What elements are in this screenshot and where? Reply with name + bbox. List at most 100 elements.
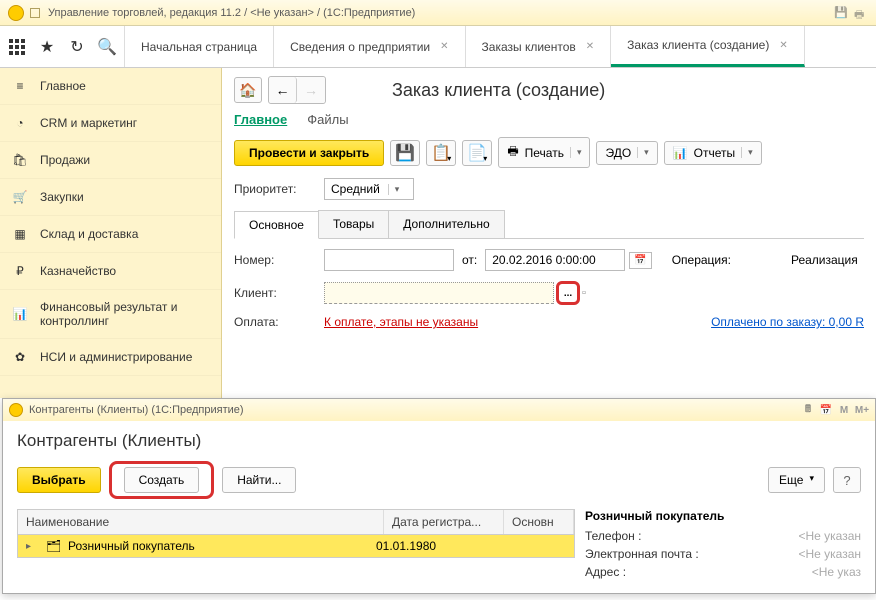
barchart-icon: 📊 <box>12 306 28 322</box>
grid-icon: ▦ <box>12 226 28 242</box>
subtab-main[interactable]: Главное <box>234 112 287 127</box>
cart-icon: 🛒 <box>12 189 28 205</box>
expand-icon[interactable]: ▸ <box>26 541 40 552</box>
create-button-highlight: Создать <box>109 461 215 499</box>
find-button[interactable]: Найти... <box>222 467 296 493</box>
sidebar-item-main[interactable]: ≡Главное <box>0 68 221 105</box>
m-plus-icon[interactable]: M+ <box>855 403 869 417</box>
tab-company-info[interactable]: Сведения о предприятии✕ <box>274 26 465 67</box>
detail-address: Адрес : <Не указ <box>585 565 861 579</box>
window2-body: Наименование Дата регистра... Основн ▸ 🗂… <box>3 509 875 593</box>
table-header: Наименование Дата регистра... Основн <box>18 510 574 535</box>
action-bar: Провести и закрыть 💾 📋▾ 📄▾ 🖶 Печать▾ ЭДО… <box>234 137 864 168</box>
tab-bar: ★ ↻ 🔍 Начальная страница Сведения о пред… <box>0 26 876 68</box>
sidebar-item-finance[interactable]: 📊Финансовый результат и контроллинг <box>0 290 221 339</box>
back-button[interactable]: ← <box>269 77 297 103</box>
calendar-icon[interactable]: 📅 <box>819 403 833 417</box>
window2-title: Контрагенты (Клиенты) (1С:Предприятие) <box>29 404 244 416</box>
formtab-extra[interactable]: Дополнительно <box>388 210 504 238</box>
sidebar-item-treasury[interactable]: ₽Казначейство <box>0 253 221 290</box>
search-icon[interactable]: 🔍 <box>98 38 116 56</box>
col-base[interactable]: Основн <box>504 510 574 534</box>
formtab-main[interactable]: Основное <box>234 211 319 239</box>
table-panel: Наименование Дата регистра... Основн ▸ 🗂… <box>17 509 575 583</box>
app-menu-dropdown[interactable] <box>30 8 40 18</box>
number-label: Номер: <box>234 253 324 267</box>
print-button[interactable]: 🖶 Печать▾ <box>498 137 590 168</box>
tab-toolbar: ★ ↻ 🔍 <box>0 26 125 67</box>
sidebar-item-purchases[interactable]: 🛒Закупки <box>0 179 221 216</box>
col-name[interactable]: Наименование <box>18 510 384 534</box>
edo-button[interactable]: ЭДО▾ <box>596 141 657 165</box>
sidebar-item-sales[interactable]: 🛍Продажи <box>0 142 221 179</box>
save-icon[interactable]: 💾 <box>834 6 848 20</box>
more-button[interactable]: Еще▾ <box>768 467 825 493</box>
detail-email: Электронная почта : <Не указан <box>585 547 861 561</box>
post-close-button[interactable]: Провести и закрыть <box>234 140 384 166</box>
from-label: от: <box>462 253 477 267</box>
priority-select[interactable]: Средний▾ <box>324 178 414 200</box>
window2-titlebar: Контрагенты (Клиенты) (1С:Предприятие) 🖩… <box>3 399 875 421</box>
save-button[interactable]: 💾 <box>390 140 420 166</box>
star-icon[interactable]: ★ <box>38 38 56 56</box>
calendar-icon[interactable]: 📅 <box>629 252 651 269</box>
menu-icon: ≡ <box>12 78 28 94</box>
history-icon[interactable]: ↻ <box>68 38 86 56</box>
contragents-window: Контрагенты (Клиенты) (1С:Предприятие) 🖩… <box>2 398 876 594</box>
details-panel: Розничный покупатель Телефон : <Не указа… <box>585 509 861 583</box>
close-icon[interactable]: ✕ <box>586 41 594 52</box>
payment-label: Оплата: <box>234 315 324 329</box>
col-date[interactable]: Дата регистра... <box>384 510 504 534</box>
close-icon[interactable]: ✕ <box>779 40 787 51</box>
create-based-button[interactable]: 📄▾ <box>462 140 492 166</box>
apps-icon[interactable] <box>8 38 26 56</box>
window-title: Управление торговлей, редакция 11.2 / <Н… <box>48 7 415 19</box>
post-button[interactable]: 📋▾ <box>426 140 456 166</box>
print-icon[interactable]: 🖶 <box>854 6 868 20</box>
payment-link[interactable]: К оплате, этапы не указаны <box>324 315 478 329</box>
content-panel: 🏠 ← → Заказ клиента (создание) Главное Ф… <box>222 68 876 398</box>
home-button[interactable]: 🏠 <box>234 77 262 103</box>
close-icon[interactable]: ✕ <box>440 41 448 52</box>
sidebar-item-crm[interactable]: ◔CRM и маркетинг <box>0 105 221 142</box>
table-row[interactable]: ▸ 🗂 Розничный покупатель 01.01.1980 <box>18 535 574 557</box>
sidebar-item-warehouse[interactable]: ▦Склад и доставка <box>0 216 221 253</box>
cell-name: Розничный покупатель <box>68 539 376 553</box>
create-button[interactable]: Создать <box>124 467 200 493</box>
content-nav: 🏠 ← → Заказ клиента (создание) <box>234 76 864 104</box>
priority-label: Приоритет: <box>234 182 324 196</box>
select-button[interactable]: Выбрать <box>17 467 101 493</box>
date-input[interactable] <box>485 249 625 271</box>
app-logo-icon <box>8 5 24 21</box>
detail-phone: Телефон : <Не указан <box>585 529 861 543</box>
paid-link[interactable]: Оплачено по заказу: 0,00 R <box>711 315 864 329</box>
client-input[interactable] <box>324 282 554 304</box>
calc-icon[interactable]: 🖩 <box>801 403 815 417</box>
m-minus-icon[interactable]: M <box>837 403 851 417</box>
subtab-files[interactable]: Файлы <box>307 112 348 127</box>
client-extra-icon[interactable]: ▫ <box>582 287 586 299</box>
number-row: Номер: от: 📅 Операция: Реализация <box>234 249 864 271</box>
help-button[interactable]: ? <box>833 467 861 493</box>
operation-value: Реализация <box>791 253 858 267</box>
item-icon: 🗂 <box>46 539 62 553</box>
bag-icon: 🛍 <box>12 152 28 168</box>
window-titlebar: Управление торговлей, редакция 11.2 / <Н… <box>0 0 876 26</box>
number-input[interactable] <box>324 249 454 271</box>
contragents-table: Наименование Дата регистра... Основн ▸ 🗂… <box>17 509 575 558</box>
forward-button[interactable]: → <box>297 77 325 103</box>
coin-icon: ₽ <box>12 263 28 279</box>
form-tabs: Основное Товары Дополнительно <box>234 210 864 239</box>
window2-toolbar: Выбрать Создать Найти... Еще▾ ? <box>3 451 875 509</box>
tab-order-create[interactable]: Заказ клиента (создание)✕ <box>611 26 805 67</box>
tab-client-orders[interactable]: Заказы клиентов✕ <box>466 26 612 67</box>
operation-label: Операция: <box>672 253 731 267</box>
sidebar-item-admin[interactable]: ✿НСИ и администрирование <box>0 339 221 376</box>
detail-title: Розничный покупатель <box>585 509 861 523</box>
formtab-goods[interactable]: Товары <box>318 210 389 238</box>
reports-button[interactable]: 📊Отчеты▾ <box>664 141 762 165</box>
main-area: ≡Главное ◔CRM и маркетинг 🛍Продажи 🛒Заку… <box>0 68 876 398</box>
client-lookup-button[interactable]: ... <box>556 281 580 305</box>
piechart-icon: ◔ <box>12 115 28 131</box>
tab-home[interactable]: Начальная страница <box>125 26 274 67</box>
